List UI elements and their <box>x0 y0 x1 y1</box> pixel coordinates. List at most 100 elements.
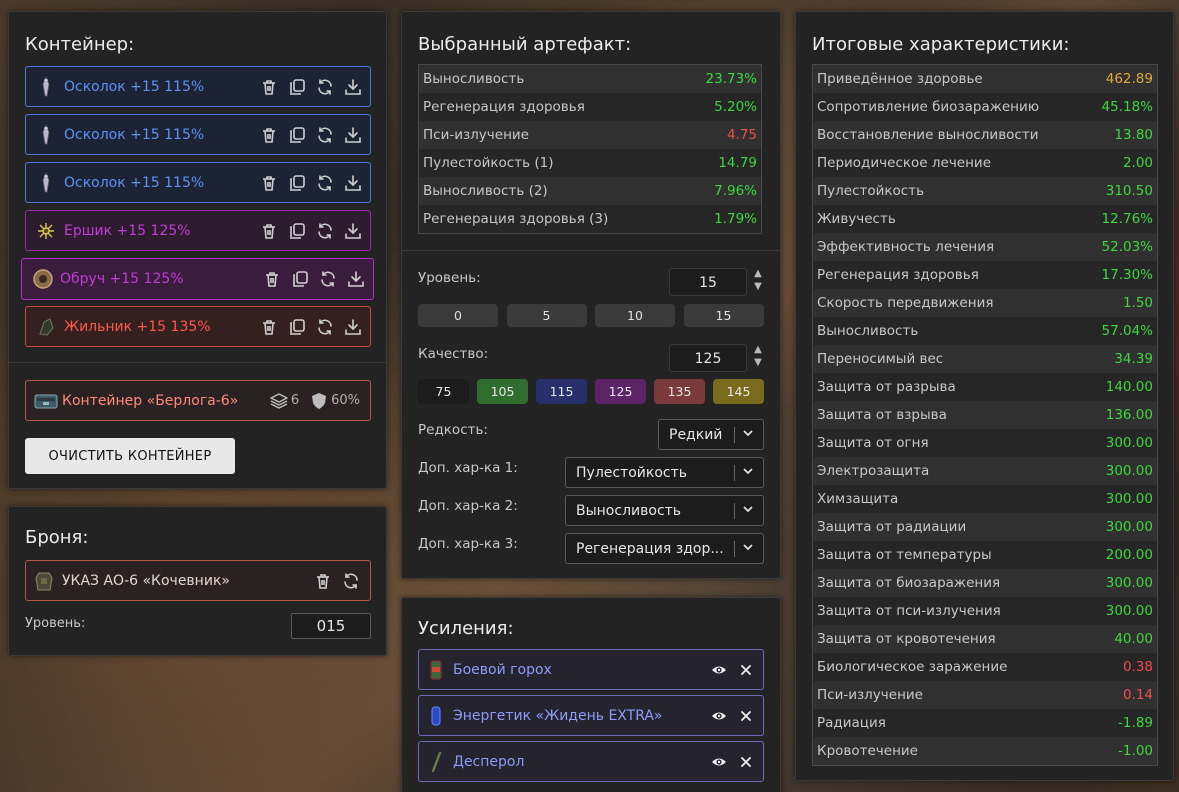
copy-icon[interactable] <box>288 174 306 192</box>
eye-icon[interactable] <box>711 662 727 678</box>
chevron-up-icon[interactable]: ▲ <box>752 343 764 356</box>
trash-icon[interactable] <box>260 78 278 96</box>
copy-icon[interactable] <box>288 318 306 336</box>
stat-row: Пулестойкость 310.50 <box>813 177 1157 205</box>
chevron-down-icon[interactable]: ▼ <box>752 280 764 293</box>
copy-icon[interactable] <box>288 126 306 144</box>
download-icon[interactable] <box>344 174 362 192</box>
slot-label: Жильник +15 135% <box>64 318 211 335</box>
stat-name: Защита от взрыва <box>817 407 947 423</box>
layers-icon <box>269 391 289 411</box>
container-slot[interactable]: Осколок +15 115% <box>25 162 371 203</box>
slot-label: Осколок +15 115% <box>64 174 205 191</box>
stat-row: Живучесть 12.76% <box>813 205 1157 233</box>
copy-icon[interactable] <box>288 78 306 96</box>
close-icon[interactable] <box>739 663 753 677</box>
swap-icon[interactable] <box>316 126 334 144</box>
quality-stepper[interactable]: ▲ ▼ <box>752 343 764 373</box>
chevron-down-icon[interactable]: ▼ <box>752 356 764 369</box>
trash-icon[interactable] <box>263 270 281 288</box>
container-slot[interactable]: Обруч +15 125% <box>21 258 374 300</box>
boost-item[interactable]: Десперол <box>418 741 764 782</box>
swap-icon[interactable] <box>342 572 360 590</box>
stat-row: Радиация -1.89 <box>813 709 1157 737</box>
download-icon[interactable] <box>344 318 362 336</box>
stat-row: Выносливость (2) 7.96% <box>419 177 761 205</box>
stat-name: Восстановление выносливости <box>817 127 1039 143</box>
quality-preset-button[interactable]: 145 <box>713 379 764 404</box>
trash-icon[interactable] <box>314 572 332 590</box>
extra1-select[interactable]: Пулестойкость <box>565 457 764 488</box>
artifact-level-input[interactable]: 15 <box>669 268 747 296</box>
chevron-up-icon[interactable]: ▲ <box>752 267 764 280</box>
close-icon[interactable] <box>739 709 753 723</box>
swap-icon[interactable] <box>316 222 334 240</box>
trash-icon[interactable] <box>260 222 278 240</box>
stat-row: Защита от биозаражения 300.00 <box>813 569 1157 597</box>
quality-preset-button[interactable]: 75 <box>418 379 469 404</box>
artifact-panel: Выбранный артефакт: Выносливость 23.73% Ре… <box>401 11 781 579</box>
download-icon[interactable] <box>347 270 365 288</box>
container-title: Контейнер: <box>25 34 135 55</box>
quality-preset-button[interactable]: 105 <box>477 379 528 404</box>
level-preset-button[interactable]: 15 <box>683 304 764 327</box>
container-slot[interactable]: Ершик +15 125% <box>25 210 371 251</box>
boost-item[interactable]: Боевой горох <box>418 649 764 690</box>
swap-icon[interactable] <box>319 270 337 288</box>
stat-row: Электрозащита 300.00 <box>813 457 1157 485</box>
level-stepper[interactable]: ▲ ▼ <box>752 267 764 297</box>
stat-row: Периодическое лечение 2.00 <box>813 149 1157 177</box>
level-preset-button[interactable]: 5 <box>506 304 587 327</box>
stat-value: 13.80 <box>1114 127 1153 143</box>
container-slot[interactable]: Осколок +15 115% <box>25 66 371 107</box>
extra2-select[interactable]: Выносливость <box>565 495 764 526</box>
level-preset-button[interactable]: 0 <box>418 304 498 327</box>
rarity-select[interactable]: Редкий <box>658 419 764 450</box>
stat-row: Эффективность лечения 52.03% <box>813 233 1157 261</box>
download-icon[interactable] <box>344 222 362 240</box>
armor-level-label: Уровень: <box>25 616 86 631</box>
clear-container-button[interactable]: ОЧИСТИТЬ КОНТЕЙНЕР <box>25 438 235 474</box>
trash-icon[interactable] <box>260 126 278 144</box>
swap-icon[interactable] <box>316 174 334 192</box>
quality-preset-button[interactable]: 125 <box>595 379 646 404</box>
eye-icon[interactable] <box>711 708 727 724</box>
download-icon[interactable] <box>344 126 362 144</box>
shield-icon <box>309 391 329 411</box>
container-slot[interactable]: Жильник +15 135% <box>25 306 371 347</box>
stat-name: Живучесть <box>817 211 896 227</box>
trash-icon[interactable] <box>260 318 278 336</box>
quality-preset-button[interactable]: 115 <box>536 379 587 404</box>
copy-icon[interactable] <box>288 222 306 240</box>
chevron-down-icon <box>741 540 755 558</box>
close-icon[interactable] <box>739 755 753 769</box>
copy-icon[interactable] <box>291 270 309 288</box>
container-slot[interactable]: Осколок +15 115% <box>25 114 371 155</box>
level-preset-button[interactable]: 10 <box>595 304 675 327</box>
armor-item[interactable]: УКАЗ АО-6 «Кочевник» <box>25 560 371 601</box>
energy-drink-icon <box>429 705 443 727</box>
stat-row: Защита от кровотечения 40.00 <box>813 625 1157 653</box>
stat-value: 300.00 <box>1105 519 1153 535</box>
stat-row: Защита от температуры 200.00 <box>813 541 1157 569</box>
stat-name: Электрозащита <box>817 463 930 479</box>
syringe-icon <box>429 751 443 773</box>
swap-icon[interactable] <box>316 318 334 336</box>
container-box[interactable]: Контейнер «Берлога-6» 6 60% <box>25 380 371 421</box>
stat-name: Регенерация здоровья <box>423 99 585 115</box>
container-protection-value: 60% <box>331 393 360 408</box>
armor-level-input[interactable]: 015 <box>291 613 371 639</box>
artifact-quality-input[interactable]: 125 <box>669 344 747 372</box>
eye-icon[interactable] <box>711 754 727 770</box>
quality-preset-button[interactable]: 135 <box>654 379 705 404</box>
download-icon[interactable] <box>344 78 362 96</box>
boost-item[interactable]: Энергетик «Жидень EXTRA» <box>418 695 764 736</box>
trash-icon[interactable] <box>260 174 278 192</box>
stat-value: 140.00 <box>1105 379 1153 395</box>
stat-name: Регенерация здоровья (3) <box>423 211 609 227</box>
swap-icon[interactable] <box>316 78 334 96</box>
can-icon <box>429 659 443 681</box>
shard-icon <box>36 171 56 194</box>
extra3-select[interactable]: Регенерация здор... <box>565 533 764 564</box>
stat-name: Выносливость (2) <box>423 183 548 199</box>
